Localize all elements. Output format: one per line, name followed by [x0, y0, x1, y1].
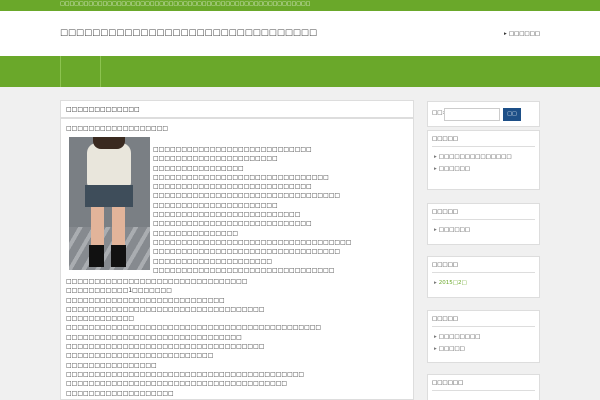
sidebar-widget: □□□□□□□□□□□ [427, 203, 540, 245]
post-text-line: □□□□□□□□□□□□□□□□□□□□□□□□□□□□□□□ [153, 173, 329, 181]
site-title[interactable]: □□□□□□□□□□□□□□□□□□□□□□□□□□□□□□□□ [60, 28, 317, 38]
sidebar-widget: □□□□□□□□□□□□□□□□□□□□□□□□□ [427, 130, 540, 190]
post-text-line: □□□□□□□□□□□□□□□□□□□□□□□□□□□□□□□□□□□ [66, 305, 265, 313]
post-text-line: □□□□□□□□□□□□□□□□□□□□□□□□□□□□□□□ [66, 333, 242, 341]
post-article: □□□□□□□□□□□□□ □□□□□□□□□□□□□□□□□□ □□□□□□□… [60, 100, 414, 400]
widget-title: □□□□□ [432, 257, 535, 273]
widget-list: □□□□□□□□□□□□□□□□□□□□ [428, 147, 539, 179]
photo-figure-top [87, 143, 131, 187]
widget-title: □□□□□□ [432, 375, 535, 391]
post-text-line: □□□□□□□□□□□□□□□□□□□□□□□□□□□□□□□□□□□□□□□□… [66, 370, 305, 378]
photo-figure-boot-left [89, 245, 104, 267]
post-text-line: □□□□□□□□□□□□ [66, 315, 135, 323]
post-text-line: □□□□□□□□□□□□□□□□□□□□□□□□□□□□ [153, 146, 312, 153]
widget-title: □□□□□ [432, 311, 535, 327]
photo-figure-boot-right [111, 245, 126, 267]
widget-list-item[interactable]: □□□□□ [434, 343, 533, 355]
post-text-line: □□□□□□□□□□□1□□□□□□□ [66, 287, 172, 295]
post-text-line: □□□□□□□□□□□□□□□□□□□□□□□□□□□□□□□□□ [153, 192, 341, 200]
top-announcement-bar: □□□□□□□□□□□□□□□□□□□□□□□□□□□□□□□□□□□□□□□□… [0, 0, 600, 11]
widget-list-item[interactable]: □□□□□□ [434, 163, 533, 175]
post-text-line: □□□□□□□□□□□□□□□□□□□□□□□□□□□□ [153, 220, 312, 228]
photo-figure-leg-left [91, 207, 104, 249]
sidebar-widget: □□□□□□□□□□□□□□□□□□ [427, 310, 540, 363]
post-photo [69, 137, 150, 270]
photo-figure-leg-right [112, 207, 125, 249]
post-text-line: □□□□□□□□□□□□□□□□□□□□□□ [153, 155, 278, 163]
post-text-line: □□□□□□□□□□□□□□□□□□□ [66, 389, 174, 397]
post-text-line: □□□□□□□□□□□□□□□□□□□□□□□□□□□□□□□□ [66, 278, 248, 285]
widget-title: □□□□□ [432, 204, 535, 220]
widget-list: 2015□2□ [428, 273, 539, 293]
widget-list: □□□□□□ [428, 220, 539, 240]
post-text-line: □□□□□□□□□□□□□□□ [153, 229, 239, 237]
post-text-line: □□□□□□□□□□□□□□□□ [153, 164, 244, 172]
header-link[interactable]: □□□□□□ [504, 31, 540, 37]
post-text-beside-photo: □□□□□□□□□□□□□□□□□□□□□□□□□□□□ □□□□□□□□□□□□… [153, 145, 403, 275]
post-heading: □□□□□□□□□□□□□□□□□□ [66, 125, 169, 132]
post-text-line: □□□□□□□□□□□□□□□□□□□□□□□□□□□□□□□□□□□ [153, 238, 352, 246]
post-text-line: □□□□□□□□□□□□□□□□□□□□□□□□□□□□□□□□□□□□□□□□… [66, 324, 322, 332]
widget-list: □□□□□□□□□□□□□ [428, 327, 539, 359]
post-body: □□□□□□□□□□□□□□□□□□ [61, 119, 413, 270]
photo-street [69, 227, 150, 270]
nav-home-tab[interactable] [60, 56, 101, 87]
post-text-line: □□□□□□□□□□□□□□□□□□□□□□□□□□□□ [153, 183, 312, 191]
widget-list-item[interactable]: □□□□□□□□ [434, 331, 533, 343]
main-navigation [0, 56, 600, 87]
post-text-line: □□□□□□□□□□□□□□□□□□□□□□□□□□ [153, 211, 301, 219]
post-text-line: □□□□□□□□□□□□□□□□ [66, 361, 157, 369]
widget-title: □□□□□ [432, 131, 535, 147]
search-widget: □□: □□ [427, 101, 540, 127]
photo-figure-hair [93, 137, 125, 149]
sidebar-widget: □□□□□ 2015□2□ [427, 256, 540, 298]
widget-list-item[interactable]: □□□□□□□□□□□□□□ [434, 151, 533, 163]
post-title[interactable]: □□□□□□□□□□□□□ [61, 101, 413, 119]
post-text-line: □□□□□□□□□□□□□□□□□□□□□□□□□□□□□□□□□□□ [66, 343, 265, 351]
post-text-line: □□□□□□□□□□□□□□□□□□□□□ [153, 257, 273, 265]
post-text-line: □□□□□□□□□□□□□□□□□□□□□□□□□□□□ [66, 296, 225, 304]
photo-figure-skirt [85, 185, 133, 207]
sidebar-widget: □□□□□□ [427, 374, 540, 400]
post-text-line: □□□□□□□□□□□□□□□□□□□□□□□□□□□□□□□□□□□□□□□ [66, 380, 288, 388]
search-button[interactable]: □□ [503, 108, 521, 121]
post-text-line: □□□□□□□□□□□□□□□□□□□□□□□□□□ [66, 352, 214, 360]
post-text-body: □□□□□□□□□□□□□□□□□□□□□□□□□□□□□□□□ □□□□□□□□… [66, 277, 406, 398]
search-input[interactable] [444, 108, 500, 121]
search-label: □□: [432, 110, 445, 116]
post-text-line: □□□□□□□□□□□□□□□□□□□□□□ [153, 201, 278, 209]
site-header: □□□□□□□□□□□□□□□□□□□□□□□□□□□□□□□□ □□□□□□ [0, 11, 600, 56]
post-text-line: □□□□□□□□□□□□□□□□□□□□□□□□□□□□□□□□□ [153, 248, 341, 256]
widget-list-item[interactable]: 2015□2□ [434, 277, 533, 289]
widget-list-item[interactable]: □□□□□□ [434, 224, 533, 236]
post-text-line: □□□□□□□□□□□□□□□□□□□□□□□□□□□□□□□□ [153, 266, 335, 274]
